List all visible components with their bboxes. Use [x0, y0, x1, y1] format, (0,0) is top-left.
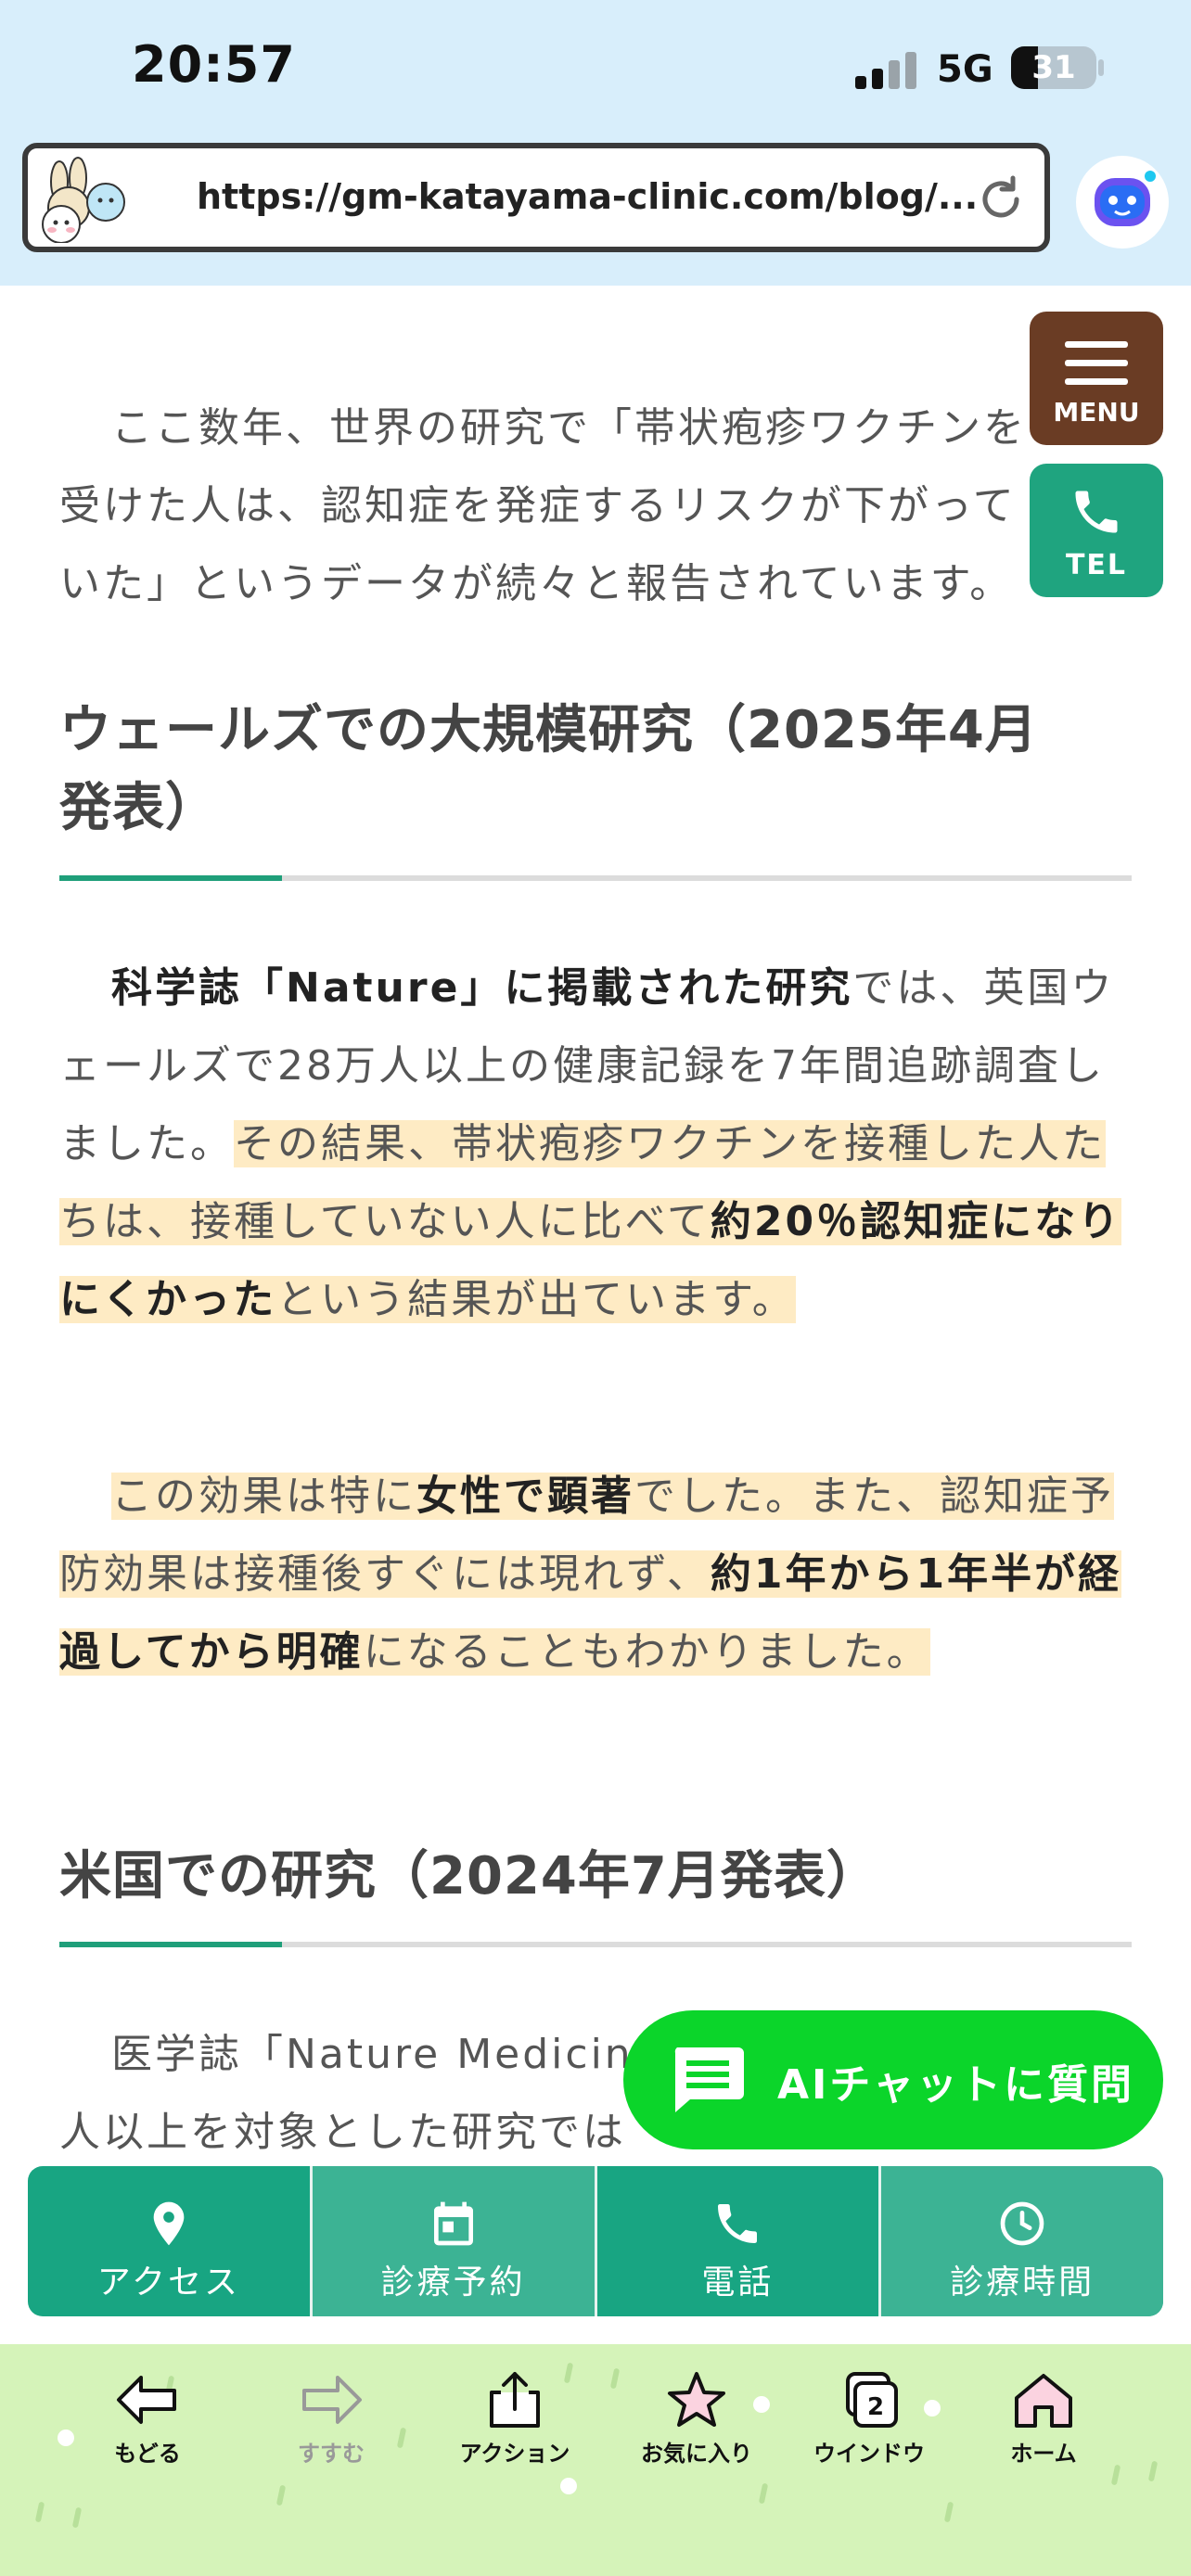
highlight-text: この効果は特に — [111, 1473, 416, 1520]
ai-chat-button[interactable]: AIチャットに質問 — [623, 2010, 1163, 2149]
nav-label: 診療予約 — [380, 2264, 526, 2302]
share-icon — [490, 2372, 540, 2428]
battery-level: 31 — [1031, 49, 1076, 86]
toolbar-label: ウインドウ — [813, 2441, 925, 2467]
toolbar-label: もどる — [114, 2441, 181, 2467]
toolbar-label: ホーム — [1010, 2441, 1077, 2467]
highlight-bold: 女性で顕著 — [416, 1473, 634, 1520]
section1-paragraph-2: この効果は特に女性で顕著でした。また、認知症予防効果は接種後すぐには現れず、約1… — [59, 1458, 1132, 1691]
home-icon — [1015, 2374, 1072, 2428]
nav-reservation[interactable]: 診療予約 — [312, 2166, 597, 2316]
windows-count: 2 — [867, 2393, 884, 2421]
toolbar-share[interactable]: アクション — [445, 2370, 584, 2468]
heading-line: ウェールズでの大規模研究（2025年4月 — [59, 700, 1038, 760]
intro-line: いた」というデータが続々と報告されています。 — [59, 560, 1014, 607]
heading-line: 発表） — [59, 778, 218, 838]
toolbar-favorites[interactable]: お気に入り — [627, 2370, 766, 2468]
toolbar-back[interactable]: もどる — [78, 2370, 217, 2468]
toolbar-label: すすむ — [298, 2441, 365, 2467]
phone-icon — [718, 2204, 758, 2243]
toolbar-forward[interactable]: すすむ — [262, 2370, 401, 2468]
intro-line: 受けた人は、認知症を発症するリスクが下がって — [59, 482, 1017, 529]
section1-heading: ウェールズでの大規模研究（2025年4月 発表） — [59, 692, 1132, 848]
windows-icon: 2 — [846, 2372, 898, 2428]
highlight-text: になることもわかりました。 — [363, 1628, 930, 1676]
back-arrow-icon — [117, 2376, 176, 2424]
intro-line: ここ数年、世界の研究で「帯状疱疹ワクチンを — [111, 404, 1027, 452]
nav-access[interactable]: アクセス — [28, 2166, 313, 2316]
map-pin-icon — [153, 2201, 185, 2246]
battery-icon: 31 — [1011, 46, 1096, 89]
nav-label: 診療時間 — [950, 2264, 1095, 2302]
toolbar-label: アクション — [459, 2441, 570, 2467]
forward-arrow-icon — [302, 2376, 362, 2424]
heading-underline — [59, 875, 1132, 881]
intro-paragraph: ここ数年、世界の研究で「帯状疱疹ワクチンを 受けた人は、認知症を発症するリスクが… — [59, 389, 1132, 623]
nav-label: 電話 — [701, 2264, 775, 2302]
status-time: 20:57 — [132, 35, 296, 94]
bold-lead: 科学誌「Nature」に掲載された研究 — [111, 964, 853, 1012]
character-logo-icon — [42, 157, 125, 243]
nav-label: アクセス — [96, 2264, 240, 2302]
ai-chat-label: AIチャットに質問 — [777, 2061, 1134, 2109]
toolbar-label: お気に入り — [641, 2441, 752, 2467]
section1-paragraph-1: 科学誌「Nature」に掲載された研究では、英国ウェールズで28万人以上の健康記… — [59, 950, 1132, 1339]
chat-bubble-icon — [674, 2047, 744, 2112]
toolbar-windows[interactable]: 2 ウインドウ — [800, 2370, 939, 2468]
address-bar[interactable]: https://gm-katayama-clinic.com/blog/... — [22, 143, 1050, 252]
url-text: https://gm-katayama-clinic.com/blog/... — [197, 176, 979, 217]
heading-underline — [59, 1942, 1132, 1947]
section2-heading: 米国での研究（2024年7月発表） — [59, 1846, 879, 1906]
highlight-text: という結果が出ています。 — [276, 1276, 796, 1323]
nav-phone[interactable]: 電話 — [597, 2166, 882, 2316]
cellular-signal-icon — [855, 52, 916, 89]
star-icon — [668, 2372, 725, 2427]
network-type: 5G — [937, 48, 993, 91]
site-bottom-nav: アクセス 診療予約 電話 診療時間 — [28, 2166, 1163, 2316]
battery-cap — [1098, 59, 1104, 76]
nav-hours[interactable]: 診療時間 — [881, 2166, 1163, 2316]
robot-assistant-icon[interactable] — [1076, 156, 1169, 249]
calendar-icon — [433, 2201, 473, 2246]
hamburger-icon — [1065, 341, 1128, 397]
reload-icon[interactable] — [976, 174, 1026, 224]
clock-icon — [1000, 2201, 1044, 2246]
toolbar-home[interactable]: ホーム — [974, 2370, 1113, 2468]
